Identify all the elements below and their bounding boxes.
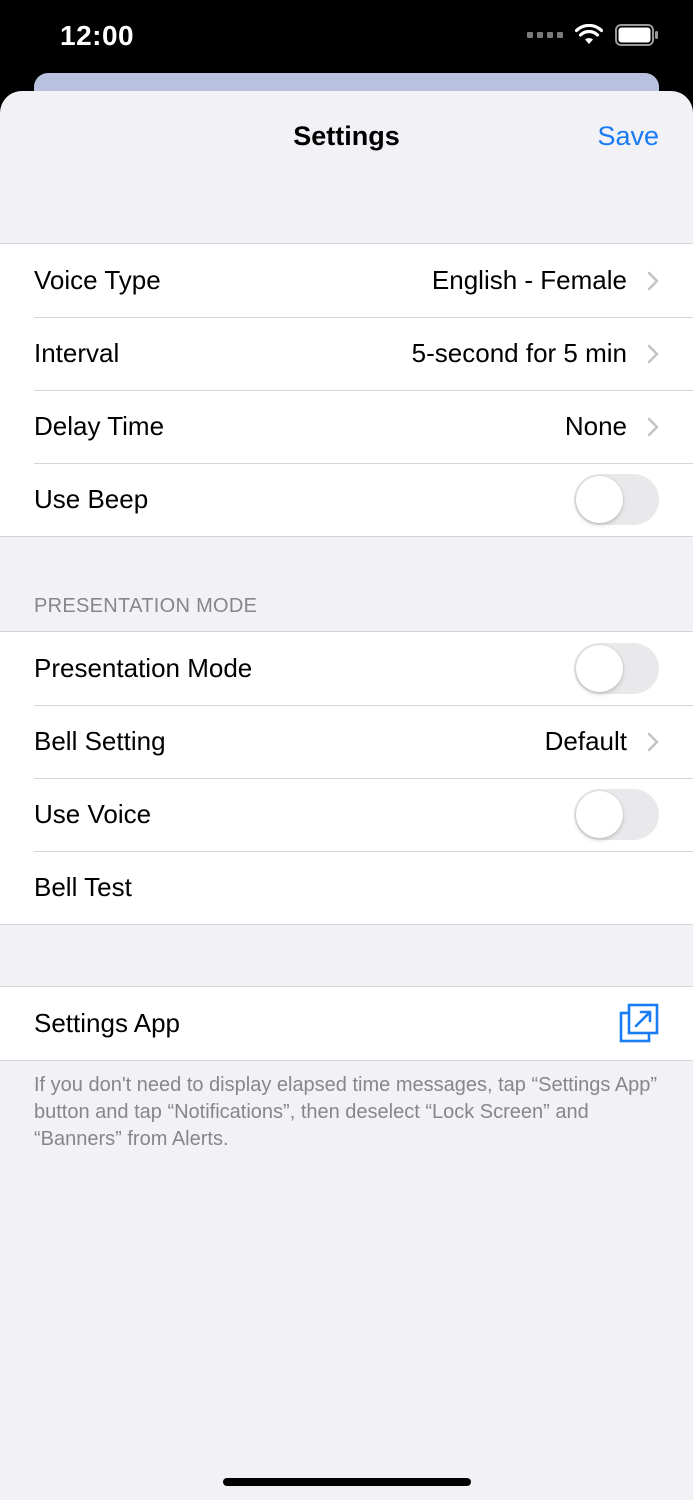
chevron-right-icon xyxy=(647,417,659,437)
interval-value: 5-second for 5 min xyxy=(411,338,627,368)
settings-app-footer: If you don't need to display elapsed tim… xyxy=(34,1074,658,1150)
use-beep-row: Use Beep xyxy=(0,463,693,536)
use-beep-toggle[interactable] xyxy=(574,474,659,525)
presentation-mode-toggle[interactable] xyxy=(574,643,659,694)
toggle-knob xyxy=(576,476,623,523)
presentation-mode-row: Presentation Mode xyxy=(0,632,693,705)
status-icons xyxy=(527,24,659,46)
toggle-knob xyxy=(576,791,623,838)
use-voice-row: Use Voice xyxy=(0,778,693,851)
delay-time-row[interactable]: Delay Time None xyxy=(0,390,693,463)
settings-app-group: Settings App xyxy=(0,986,693,1061)
toggle-knob xyxy=(576,645,623,692)
external-link-icon xyxy=(619,1003,659,1043)
interval-row[interactable]: Interval 5-second for 5 min xyxy=(0,317,693,390)
presentation-group: Presentation Mode Bell Setting Default U… xyxy=(0,631,693,925)
settings-app-row[interactable]: Settings App xyxy=(0,987,693,1060)
bell-test-label: Bell Test xyxy=(34,872,132,902)
page-title: Settings xyxy=(293,121,400,151)
chevron-right-icon xyxy=(647,344,659,364)
use-voice-label: Use Voice xyxy=(34,799,152,829)
delay-time-label: Delay Time xyxy=(34,411,165,441)
use-beep-label: Use Beep xyxy=(34,484,149,514)
general-settings-group: Voice Type English - Female Interval 5-s… xyxy=(0,243,693,537)
wifi-icon xyxy=(575,24,603,44)
status-bar: 12:00 xyxy=(0,0,693,78)
voice-type-label: Voice Type xyxy=(34,265,161,295)
save-button[interactable]: Save xyxy=(597,121,659,152)
cellular-signal-icon xyxy=(527,32,563,38)
presentation-mode-header: PRESENTATION MODE xyxy=(34,595,258,617)
settings-sheet: Settings Save Voice Type English - Femal… xyxy=(0,91,693,1500)
bell-test-row[interactable]: Bell Test xyxy=(0,851,693,924)
voice-type-value: English - Female xyxy=(431,265,627,295)
status-time: 12:00 xyxy=(60,20,135,51)
battery-icon xyxy=(615,24,658,46)
presentation-mode-label: Presentation Mode xyxy=(34,653,253,683)
chevron-right-icon xyxy=(647,271,659,291)
bell-setting-value: Default xyxy=(544,726,627,756)
interval-label: Interval xyxy=(34,338,120,368)
settings-app-label: Settings App xyxy=(34,1008,180,1038)
home-indicator xyxy=(223,1478,471,1486)
bell-setting-row[interactable]: Bell Setting Default xyxy=(0,705,693,778)
voice-type-row[interactable]: Voice Type English - Female xyxy=(0,244,693,317)
use-voice-toggle[interactable] xyxy=(574,789,659,840)
bell-setting-label: Bell Setting xyxy=(34,726,166,756)
delay-time-value: None xyxy=(564,411,627,441)
chevron-right-icon xyxy=(647,732,659,752)
